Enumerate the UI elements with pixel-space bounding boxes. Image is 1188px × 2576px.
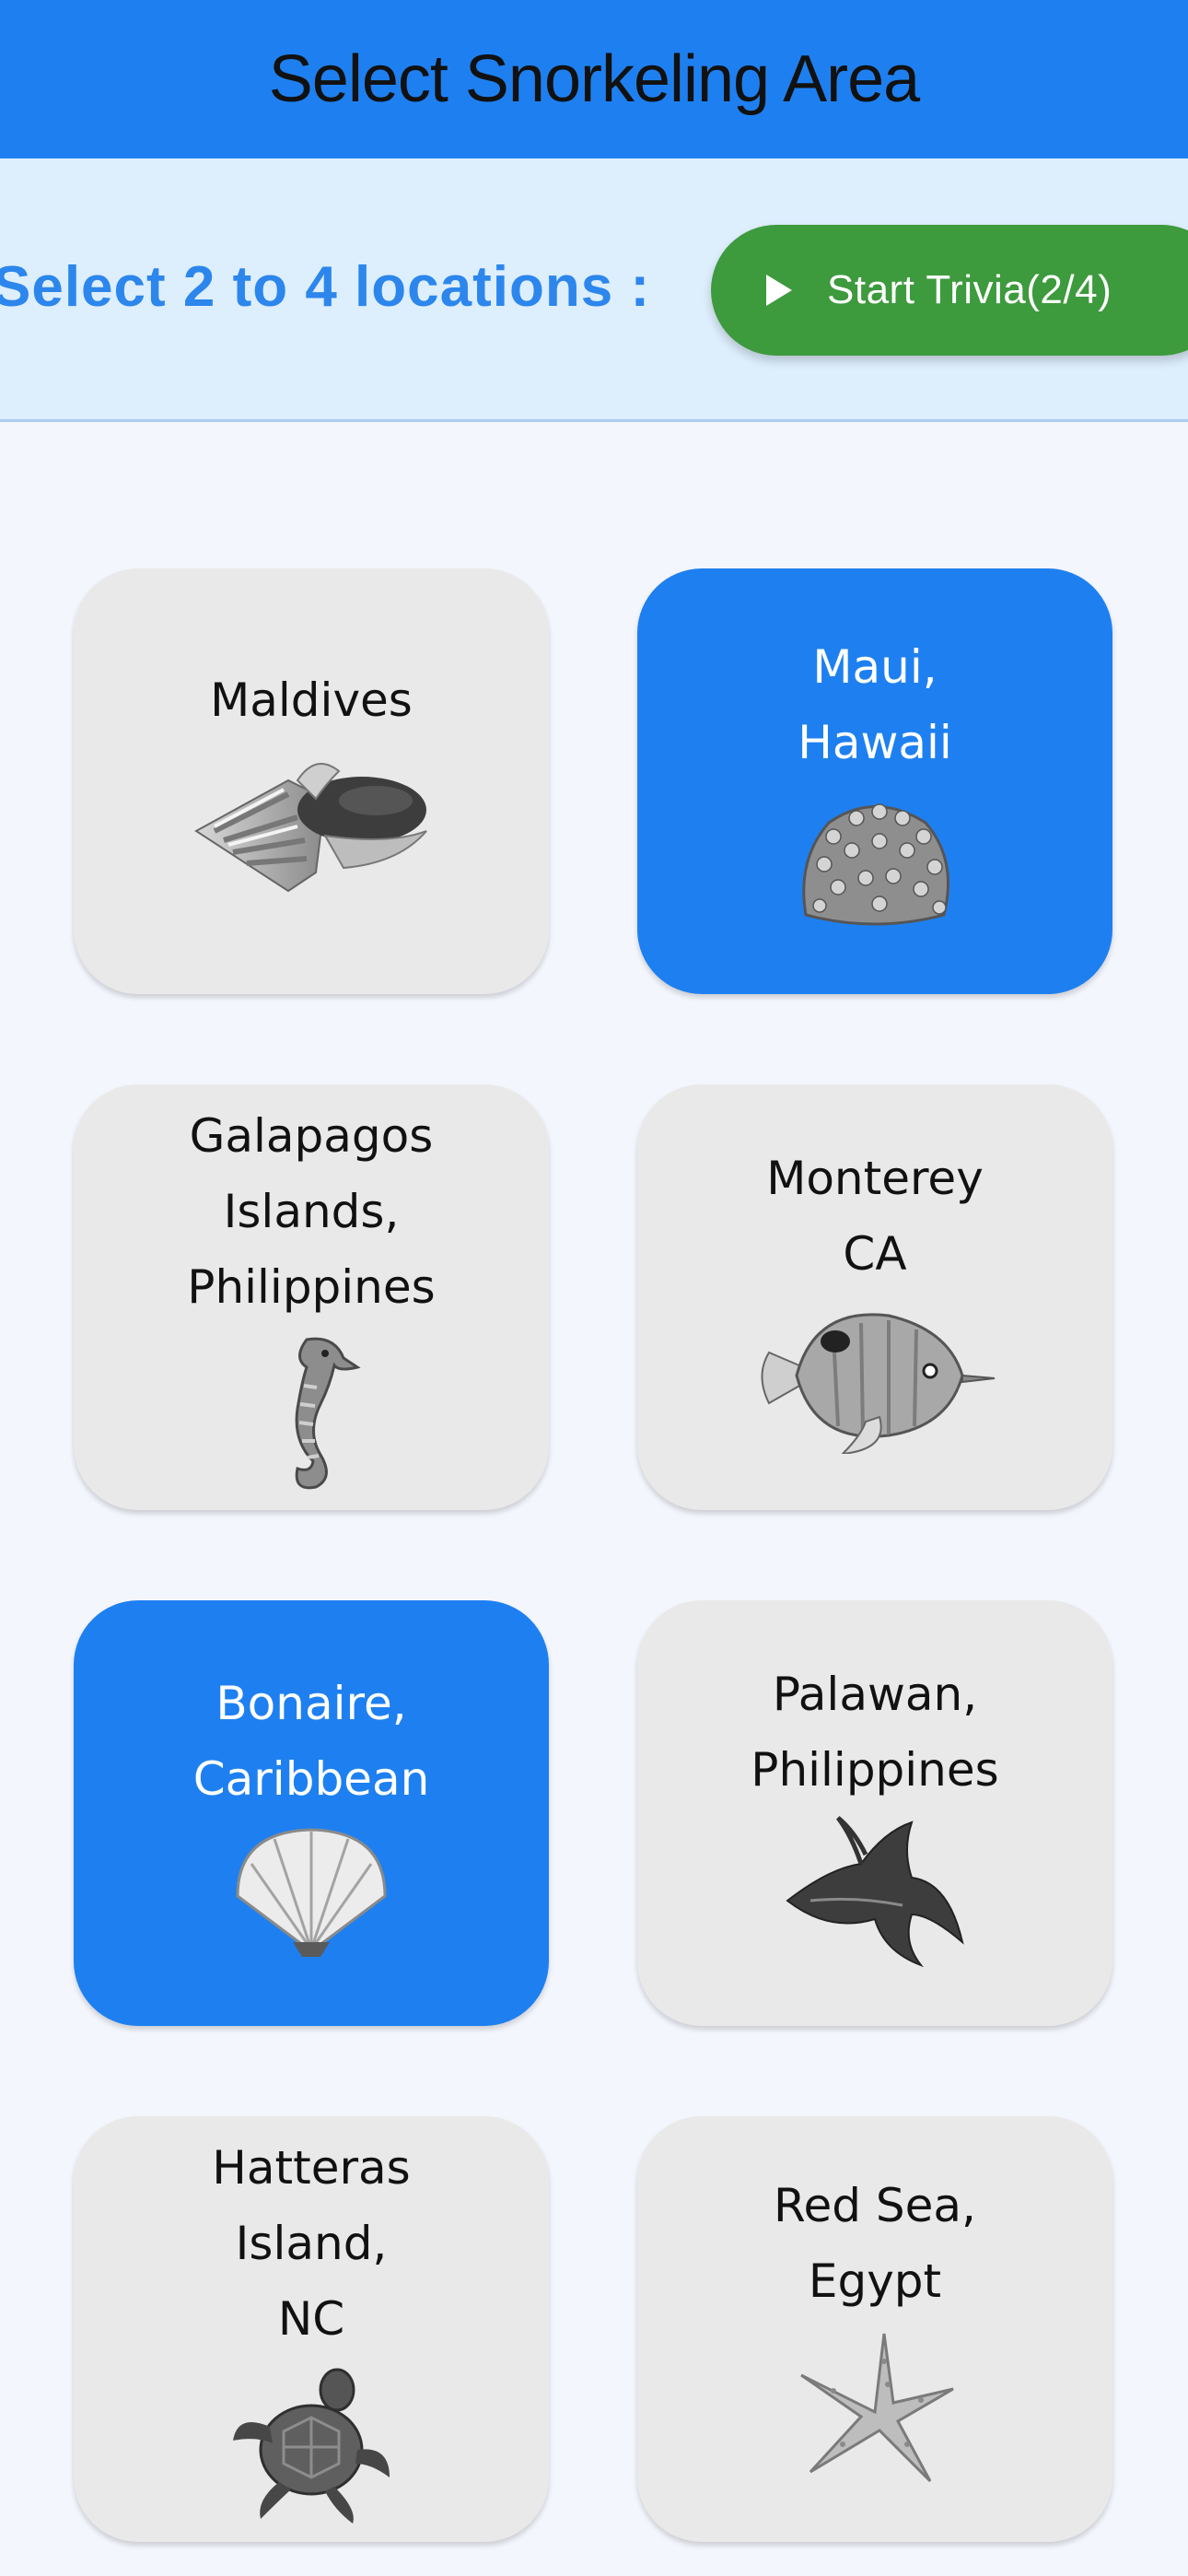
app-bar: Select Snorkeling Area	[0, 0, 1188, 158]
selection-prompt: Select 2 to 4 locations :	[0, 255, 651, 319]
location-name: Galapagos Islands, Philippines	[187, 1109, 436, 1314]
location-name: Hatteras Island, NC	[212, 2141, 411, 2346]
location-name: Maui, Hawaii	[798, 640, 952, 769]
conch-shell-icon	[178, 744, 445, 900]
location-tile-maui[interactable]: Maui, Hawaii	[637, 568, 1112, 994]
scallop-shell-icon	[228, 1822, 394, 1961]
location-name: Monterey CA	[766, 1152, 984, 1281]
coral-icon	[787, 786, 962, 933]
location-tile-palawan[interactable]: Palawan, Philippines	[637, 1600, 1112, 2026]
location-tile-galapagos[interactable]: Galapagos Islands, Philippines	[74, 1084, 549, 1510]
location-name: Maldives	[210, 673, 413, 727]
location-tile-bonaire[interactable]: Bonaire, Caribbean	[74, 1600, 549, 2026]
sea-turtle-icon	[228, 2362, 394, 2528]
location-name: Palawan, Philippines	[751, 1668, 999, 1797]
seahorse-icon	[256, 1330, 367, 1496]
location-tile-hatteras[interactable]: Hatteras Island, NC	[74, 2116, 549, 2542]
manta-ray-icon	[774, 1813, 976, 1970]
location-tile-maldives[interactable]: Maldives	[74, 568, 549, 994]
location-tile-monterey[interactable]: Monterey CA	[637, 1084, 1112, 1510]
starfish-icon	[792, 2324, 958, 2490]
start-trivia-button[interactable]: Start Trivia(2/4)	[711, 225, 1188, 356]
play-icon	[766, 275, 792, 306]
location-name: Red Sea, Egypt	[774, 2179, 976, 2308]
selection-toolbar: Select 2 to 4 locations : Start Trivia(2…	[0, 158, 1188, 422]
app-screen: Select Snorkeling Area Select 2 to 4 loc…	[0, 0, 1188, 2576]
location-name: Bonaire, Caribbean	[192, 1677, 430, 1806]
start-trivia-label: Start Trivia(2/4)	[827, 267, 1112, 312]
page-title: Select Snorkeling Area	[268, 42, 920, 116]
butterflyfish-icon	[751, 1297, 999, 1454]
location-tile-red-sea[interactable]: Red Sea, Egypt	[637, 2116, 1112, 2542]
